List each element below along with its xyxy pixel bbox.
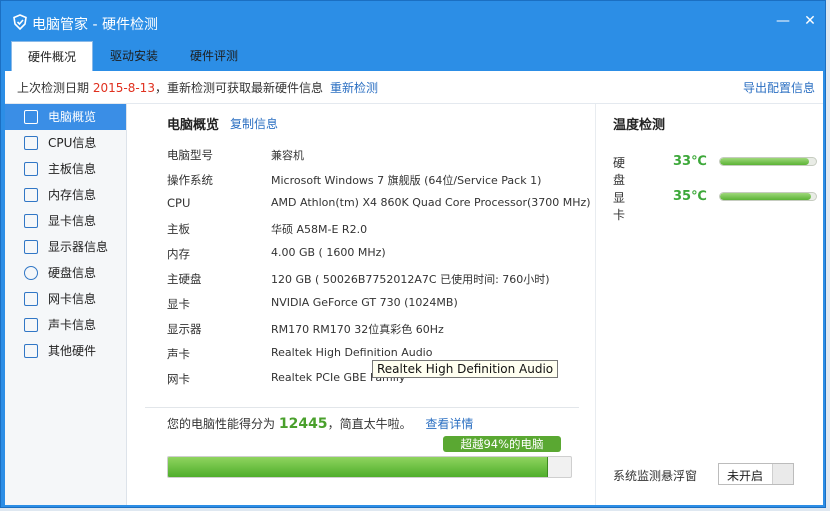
score-progress-fill: [168, 457, 548, 477]
temp-value: 35℃: [673, 189, 707, 204]
sidebar-item-label: 声卡信息: [48, 318, 97, 332]
disk-icon: [24, 266, 38, 280]
info-value: NVIDIA GeForce GT 730 (1024MB): [271, 296, 458, 309]
sidebar-item-network[interactable]: 网卡信息: [5, 286, 126, 312]
sidebar-item-label: 硬盘信息: [48, 266, 97, 280]
info-value: Microsoft Windows 7 旗舰版 (64位/Service Pac…: [271, 174, 542, 187]
info-key: 操作系统: [167, 173, 213, 187]
info-key: 声卡: [167, 347, 190, 361]
sidebar: 电脑概览 CPU信息 主板信息 内存信息 显卡信息 显示器信息 硬盘信息 网卡信…: [5, 104, 127, 505]
toggle-state: 未开启: [727, 469, 764, 483]
score-text: 您的电脑性能得分为 12445，简直太牛啦。 查看详情: [167, 415, 473, 432]
tab-bar: 硬件概况 驱动安装 硬件评测: [1, 41, 825, 72]
memory-icon: [24, 188, 38, 202]
overview-icon: [24, 110, 38, 124]
cpu-icon: [24, 136, 38, 150]
recheck-link[interactable]: 重新检测: [330, 71, 378, 105]
info-value: 4.00 GB ( 1600 MHz): [271, 246, 386, 259]
info-key: CPU: [167, 196, 191, 210]
sidebar-item-label: 内存信息: [48, 188, 97, 202]
window-title: 电脑管家 - 硬件检测: [32, 17, 158, 33]
overview-panel: 电脑概览 复制信息 电脑型号 兼容机 操作系统 Microsoft Windows …: [127, 104, 595, 505]
sidebar-item-overview[interactable]: 电脑概览: [5, 104, 126, 130]
last-check-date: 2015-8-13: [92, 81, 155, 95]
motherboard-icon: [24, 162, 38, 176]
sound-icon: [24, 318, 38, 332]
info-bar: 上次检测日期 2015-8-13，重新检测可获取最新硬件信息 重新检测 导出配置…: [5, 71, 823, 104]
network-icon: [24, 292, 38, 306]
info-value: RM170 RM170 32位真彩色 60Hz: [271, 323, 444, 336]
sidebar-item-other[interactable]: 其他硬件: [5, 338, 126, 364]
sidebar-item-cpu[interactable]: CPU信息: [5, 130, 126, 156]
tab-hardware-overview[interactable]: 硬件概况: [11, 41, 93, 72]
close-button[interactable]: ✕: [800, 11, 820, 31]
sidebar-item-disk[interactable]: 硬盘信息: [5, 260, 126, 286]
info-value: 华硕 A58M-E R2.0: [271, 223, 368, 236]
sidebar-item-label: CPU信息: [48, 136, 97, 150]
sidebar-item-label: 电脑概览: [48, 110, 97, 124]
shield-logo-icon: [13, 14, 27, 30]
sidebar-item-label: 显示器信息: [48, 240, 109, 254]
copy-info-link[interactable]: 复制信息: [230, 115, 278, 132]
temp-gauge-fill: [720, 158, 810, 165]
title-bar[interactable]: 电脑管家 - 硬件检测 — ✕: [1, 1, 825, 41]
sidebar-item-sound[interactable]: 声卡信息: [5, 312, 126, 338]
temperature-panel: 温度检测 硬盘 33℃ 显卡 35℃ 系统监测悬浮窗 未开启: [595, 104, 824, 505]
tab-hardware-benchmark[interactable]: 硬件评测: [175, 41, 253, 71]
content-area: 上次检测日期 2015-8-13，重新检测可获取最新硬件信息 重新检测 导出配置…: [5, 71, 823, 505]
temp-label: 硬盘: [613, 156, 626, 187]
sidebar-item-motherboard[interactable]: 主板信息: [5, 156, 126, 182]
info-key: 显示器: [167, 322, 202, 336]
temp-gauge-fill: [720, 193, 812, 200]
float-monitor-label: 系统监测悬浮窗: [613, 469, 698, 483]
sidebar-item-label: 网卡信息: [48, 292, 97, 306]
gpu-icon: [24, 214, 38, 228]
float-monitor-toggle[interactable]: 未开启: [718, 463, 794, 485]
score-progress-bar: [167, 456, 572, 478]
info-key: 网卡: [167, 372, 190, 386]
info-key: 内存: [167, 247, 190, 261]
info-key: 主硬盘: [167, 272, 202, 286]
monitor-icon: [24, 240, 38, 254]
section-title: 电脑概览: [167, 118, 220, 133]
temp-value: 33℃: [673, 154, 707, 169]
app-window: 电脑管家 - 硬件检测 — ✕ 硬件概况 驱动安装 硬件评测 上次检测日期 20…: [0, 0, 826, 508]
info-key: 电脑型号: [167, 148, 213, 162]
sidebar-item-memory[interactable]: 内存信息: [5, 182, 126, 208]
info-value: 兼容机: [271, 149, 304, 162]
sidebar-item-monitor[interactable]: 显示器信息: [5, 234, 126, 260]
last-check-text: 上次检测日期 2015-8-13，重新检测可获取最新硬件信息: [17, 81, 323, 95]
minimize-button[interactable]: —: [773, 11, 793, 31]
temp-label: 显卡: [613, 191, 626, 222]
sidebar-item-label: 其他硬件: [48, 344, 97, 358]
sidebar-item-gpu[interactable]: 显卡信息: [5, 208, 126, 234]
toggle-knob: [772, 464, 793, 484]
sidebar-item-label: 主板信息: [48, 162, 97, 176]
export-config-link[interactable]: 导出配置信息: [743, 71, 815, 105]
sidebar-item-label: 显卡信息: [48, 214, 97, 228]
info-value: 120 GB ( 50026B7752012A7C 已使用时间: 760小时): [271, 273, 550, 286]
tab-driver-install[interactable]: 驱动安装: [95, 41, 173, 71]
view-details-link[interactable]: 查看详情: [425, 417, 473, 431]
temp-gauge: [719, 157, 817, 166]
info-key: 主板: [167, 222, 190, 236]
temp-gauge: [719, 192, 817, 201]
temperature-title: 温度检测: [613, 118, 666, 133]
info-value: AMD Athlon(tm) X4 860K Quad Core Process…: [271, 196, 591, 209]
divider: [145, 407, 579, 408]
info-key: 显卡: [167, 297, 190, 311]
score-suffix: ，简直太牛啦。: [327, 417, 412, 431]
score-value: 12445: [278, 416, 328, 432]
tooltip: Realtek High Definition Audio: [372, 360, 559, 378]
info-value: Realtek High Definition Audio: [271, 346, 433, 359]
score-prefix: 您的电脑性能得分为: [167, 417, 276, 431]
percentile-badge: 超越94%的电脑: [443, 436, 561, 452]
other-hardware-icon: [24, 344, 38, 358]
